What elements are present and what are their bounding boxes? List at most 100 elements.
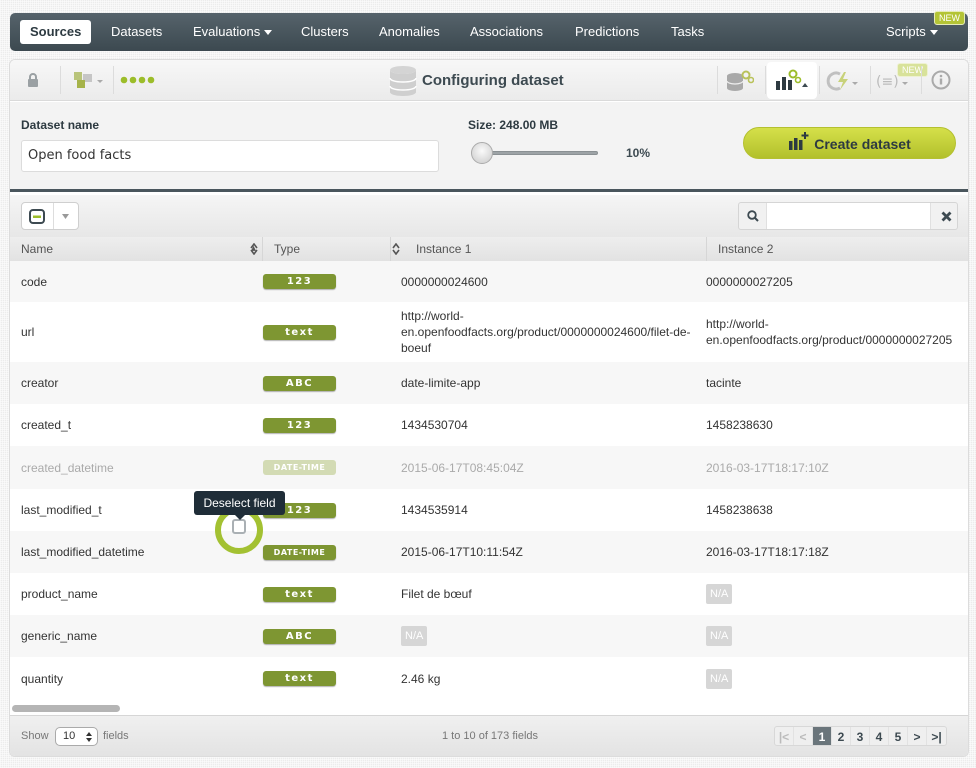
- nav-anomalies[interactable]: Anomalies: [379, 13, 440, 51]
- page-button[interactable]: 4: [870, 727, 889, 745]
- nav-tasks[interactable]: Tasks: [671, 13, 704, 51]
- instance-2: http://world-en.openfoodfacts.org/produc…: [706, 302, 968, 362]
- deselect-tooltip: Deselect field: [194, 491, 285, 520]
- pagination: |< < 1 2 3 4 5 > >|: [774, 726, 947, 746]
- column-header-name[interactable]: Name ▴: [10, 237, 263, 261]
- range-text: 1 to 10 of 173 fields: [442, 730, 539, 742]
- table-row[interactable]: last_modified_datetime DATE-TIME 2015-06-1…: [10, 531, 968, 573]
- table-row[interactable]: quantity text 2.46 kg N/A: [10, 657, 968, 700]
- sample-size-slider-handle[interactable]: [471, 142, 493, 164]
- prev-page-button[interactable]: <: [794, 727, 813, 745]
- nav-datasets[interactable]: Datasets: [111, 13, 162, 51]
- column-label: Name: [21, 242, 54, 256]
- create-dataset-button[interactable]: Create dataset: [743, 127, 956, 159]
- instance-1: date-limite-app: [401, 362, 697, 404]
- nav-label: Scripts: [886, 24, 926, 39]
- search-input[interactable]: [766, 203, 931, 229]
- instance-1: 2015-06-17T08:45:04Z: [401, 446, 697, 489]
- table-row[interactable]: code 123 0000000024600 0000000027205: [10, 261, 968, 302]
- new-badge: NEW: [897, 63, 928, 77]
- dataset-config-icon[interactable]: [726, 70, 754, 92]
- field-name: code: [21, 261, 251, 302]
- instance-1: Filet de bœuf: [401, 573, 697, 615]
- field-name-value: generic_name: [21, 629, 98, 643]
- table-row[interactable]: creator ABC date-limite-app tacinte: [10, 362, 968, 404]
- instance-1-value: http://world-en.openfoodfacts.org/produc…: [401, 309, 691, 355]
- sample-size-slider-track[interactable]: [478, 151, 598, 155]
- type-badge[interactable]: ABC: [263, 375, 336, 391]
- nav-label: Anomalies: [379, 24, 440, 39]
- page-size-select[interactable]: 10: [55, 727, 98, 746]
- field-type: text: [263, 302, 363, 362]
- field-type: 123: [263, 261, 363, 302]
- instance-1-value: 1434535914: [401, 503, 468, 517]
- info-icon[interactable]: [931, 70, 951, 90]
- model-config-button[interactable]: [767, 62, 817, 99]
- horizontal-scrollbar[interactable]: [12, 705, 120, 712]
- instance-1-value: 0000000024600: [401, 274, 488, 289]
- table-row[interactable]: last_modified_t 123 1434535914 1458238638: [10, 489, 968, 531]
- table-row[interactable]: generic_name ABC N/A N/A: [10, 615, 968, 657]
- table-row[interactable]: created_datetime DATE-TIME 2015-06-17T08:4…: [10, 446, 968, 489]
- page-title: Configuring dataset: [422, 72, 564, 89]
- separator: [60, 66, 61, 94]
- instance-1-value: date-limite-app: [401, 376, 481, 390]
- table-row[interactable]: url text http://world-en.openfoodfacts.org…: [10, 302, 968, 362]
- page-button[interactable]: 3: [851, 727, 870, 745]
- nav-evaluations[interactable]: Evaluations: [193, 13, 273, 51]
- separator: [765, 66, 766, 94]
- prediction-icon[interactable]: [826, 70, 860, 92]
- instance-2-value: http://world-en.openfoodfacts.org/produc…: [706, 317, 953, 347]
- next-page-button[interactable]: >: [908, 727, 927, 745]
- partial-select-icon: [29, 209, 45, 224]
- table-footer: Show 10 fields 1 to 10 of 173 fields |< …: [10, 715, 968, 756]
- column-header-instance-2[interactable]: Instance 2: [707, 237, 968, 261]
- field-type: ABC: [263, 615, 363, 657]
- field-selector-button[interactable]: [21, 202, 79, 230]
- nav-predictions[interactable]: Predictions: [575, 13, 639, 51]
- field-name: generic_name: [21, 615, 251, 657]
- fields-label: fields: [103, 730, 129, 742]
- field-types-icon[interactable]: [73, 71, 107, 89]
- field-name-value: product_name: [21, 587, 98, 601]
- page-button[interactable]: 2: [832, 727, 851, 745]
- instance-2-value: 1458238638: [706, 503, 773, 517]
- clear-search-icon[interactable]: [941, 211, 952, 222]
- first-page-button[interactable]: |<: [775, 727, 794, 745]
- type-badge[interactable]: 123: [263, 274, 336, 289]
- lock-icon[interactable]: [27, 72, 39, 88]
- last-page-button[interactable]: >|: [927, 727, 946, 745]
- field-name-value: creator: [21, 376, 59, 390]
- nav-scripts[interactable]: Scripts: [886, 13, 938, 51]
- column-header-type[interactable]: Type: [263, 237, 391, 261]
- field-name-value: url: [21, 325, 35, 339]
- dataset-name-input[interactable]: Open food facts: [21, 140, 439, 172]
- instance-2: N/A: [706, 615, 968, 657]
- page-button[interactable]: 5: [889, 727, 908, 745]
- instance-1-value: 2015-06-17T08:45:04Z: [401, 460, 524, 475]
- table-row[interactable]: product_name text Filet de bœuf N/A: [10, 573, 968, 615]
- field-name-value: quantity: [21, 671, 64, 686]
- nav-label: Tasks: [671, 24, 705, 39]
- svg-text:(≡): (≡): [876, 74, 899, 90]
- type-badge[interactable]: text: [263, 671, 336, 686]
- sort-name-icon[interactable]: [250, 243, 258, 255]
- nav-label: Datasets: [111, 24, 163, 39]
- type-badge[interactable]: text: [263, 586, 336, 602]
- instance-1-value: Filet de bœuf: [401, 587, 472, 601]
- sort-type-icon[interactable]: [392, 243, 400, 255]
- instance-2: 1458238630: [706, 404, 968, 446]
- type-badge[interactable]: ABC: [263, 628, 336, 644]
- table-row[interactable]: created_t 123 1434530704 1458238630: [10, 404, 968, 446]
- create-dataset-icon: [789, 132, 809, 150]
- type-badge[interactable]: DATE-TIME: [263, 544, 336, 560]
- type-badge[interactable]: 123: [263, 417, 336, 433]
- nav-clusters[interactable]: Clusters: [301, 13, 349, 51]
- nav-sources[interactable]: Sources: [20, 20, 92, 44]
- type-badge[interactable]: DATE-TIME: [263, 460, 336, 475]
- top-nav: Sources Datasets Evaluations Clusters An…: [10, 11, 968, 51]
- page-button[interactable]: 1: [813, 727, 832, 745]
- type-badge[interactable]: text: [263, 324, 336, 340]
- nav-associations[interactable]: Associations: [470, 13, 543, 51]
- column-header-instance-1[interactable]: Instance 1: [391, 237, 707, 261]
